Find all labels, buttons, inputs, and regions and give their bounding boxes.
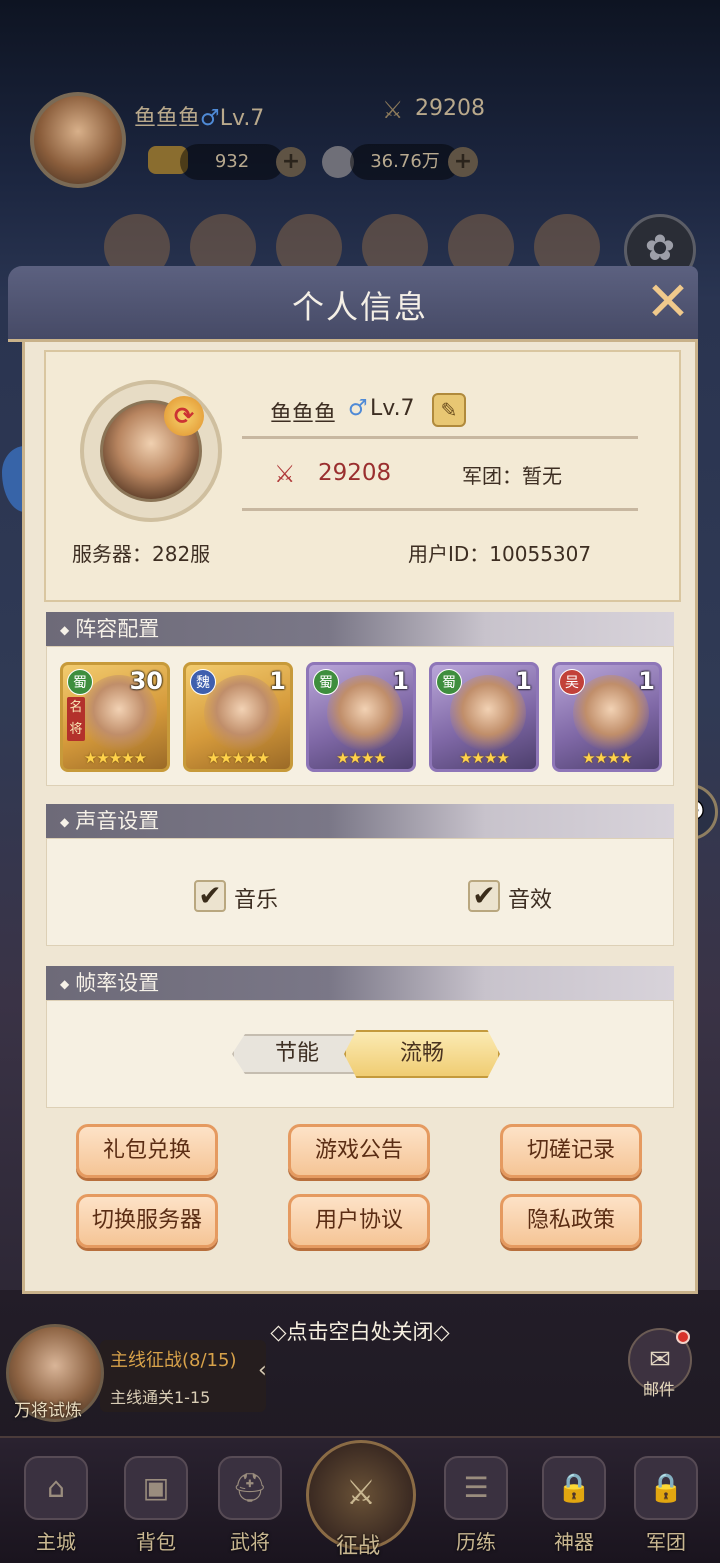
faction-badge: 蜀 [313,669,339,695]
hero-level: 30 [129,667,163,695]
helmet-icon: ⛑ [218,1456,282,1520]
quest-title: 主线征战(8/15) [110,1350,237,1371]
faction-badge: 蜀 [436,669,462,695]
nav-label: 军团 [646,1530,686,1554]
profile-name: 鱼鱼鱼 [270,402,337,427]
framerate-section-title: 帧率设置 [75,971,160,995]
nav-label: 神器 [554,1530,594,1554]
crossed-swords-icon: ⚔ [382,96,404,124]
nav-backpack[interactable]: ▣ 背包 [112,1456,200,1556]
close-icon[interactable]: ✕ [638,272,698,332]
hero-stars: ★★★★★ [83,749,147,767]
sound-section-title: 声音设置 [75,809,160,833]
gender-icon: ♂ [348,396,368,421]
profile-user-id: 用户ID：10055307 [408,542,592,566]
user-agreement-button[interactable]: 用户协议 [288,1194,430,1248]
player-power: 29208 [415,96,485,121]
nav-battle-label: 征战 [336,1534,381,1559]
profile-level: Lv.7 [370,396,415,421]
sound-section-header: ◆ 声音设置 [46,804,674,838]
faction-badge: 魏 [190,669,216,695]
add-coin-button[interactable]: + [448,147,478,177]
gold-amount: 932 [180,144,284,180]
crossed-swords-icon: ⚔ [274,460,296,488]
nav-artifact[interactable]: 🔒 神器 [530,1456,618,1556]
sfx-label: 音效 [508,888,553,913]
faction-badge: 蜀 [67,669,93,695]
hero-stars: ★★★★ [459,749,510,767]
divider [242,508,638,511]
nav-training[interactable]: ☰ 历练 [432,1456,520,1556]
hero-level: 1 [638,667,655,695]
nav-main-city[interactable]: ⌂ 主城 [12,1456,100,1556]
hero-stars: ★★★★ [336,749,387,767]
modal-title: 个人信息 [291,288,428,326]
lineup-section-header: ◆ 阵容配置 [46,612,674,646]
framerate-power-save-option[interactable]: 节能 [232,1034,362,1074]
trial-label: 万将试炼 [14,1401,82,1421]
nav-label: 历练 [456,1530,496,1554]
add-gold-button[interactable]: + [276,147,306,177]
hero-card[interactable]: 蜀 名将 30 ★★★★★ [60,662,170,772]
coin-amount: 36.76万 [350,144,460,180]
hero-card[interactable]: 魏 1 ★★★★★ [183,662,293,772]
scroll-icon: ☰ [444,1456,508,1520]
sound-box [46,838,674,946]
lineup-section-title: 阵容配置 [75,617,160,641]
mail-label: 邮件 [643,1380,676,1399]
player-name-line: 鱼鱼鱼♂Lv.7 [134,106,265,131]
nav-label: 武将 [230,1530,270,1554]
hero-stars: ★★★★★ [206,749,270,767]
sfx-checkbox[interactable]: ✔ [468,880,500,912]
backpack-icon: ▣ [124,1456,188,1520]
famous-general-tag: 名将 [67,697,85,741]
hero-card[interactable]: 吴 1 ★★★★ [552,662,662,772]
framerate-smooth-option[interactable]: 流畅 [344,1030,500,1078]
nav-corps[interactable]: 🔒 军团 [622,1456,710,1556]
chevron-left-icon[interactable]: ‹ [258,1358,267,1383]
nav-label: 背包 [136,1530,176,1554]
quest-subtitle: 主线通关1-15 [110,1388,211,1407]
hero-level: 1 [392,667,409,695]
duel-records-button[interactable]: 切磋记录 [500,1124,642,1178]
divider [242,436,638,439]
announcement-button[interactable]: 游戏公告 [288,1124,430,1178]
profile-server: 服务器：282服 [72,542,211,566]
lock-icon: 🔒 [634,1456,698,1520]
profile-corps: 军团：暂无 [462,464,562,488]
player-avatar[interactable] [30,92,126,188]
faction-badge: 吴 [559,669,585,695]
hero-card[interactable]: 蜀 1 ★★★★ [306,662,416,772]
profile-power: 29208 [318,460,392,486]
lock-icon: 🔒 [542,1456,606,1520]
hero-level: 1 [269,667,286,695]
gift-redeem-button[interactable]: 礼包兑换 [76,1124,218,1178]
hero-level: 1 [515,667,532,695]
vip-badge-icon: ⟳ [164,396,204,436]
music-checkbox[interactable]: ✔ [194,880,226,912]
notification-dot [676,1330,690,1344]
framerate-section-header: ◆ 帧率设置 [46,966,674,1000]
hero-card[interactable]: 蜀 1 ★★★★ [429,662,539,772]
castle-icon: ⌂ [24,1456,88,1520]
nav-label: 主城 [36,1530,76,1554]
nav-generals[interactable]: ⛑ 武将 [206,1456,294,1556]
music-label: 音乐 [234,888,279,913]
privacy-policy-button[interactable]: 隐私政策 [500,1194,642,1248]
hero-stars: ★★★★ [582,749,633,767]
edit-name-button[interactable]: ✎ [432,393,466,427]
switch-server-button[interactable]: 切换服务器 [76,1194,218,1248]
